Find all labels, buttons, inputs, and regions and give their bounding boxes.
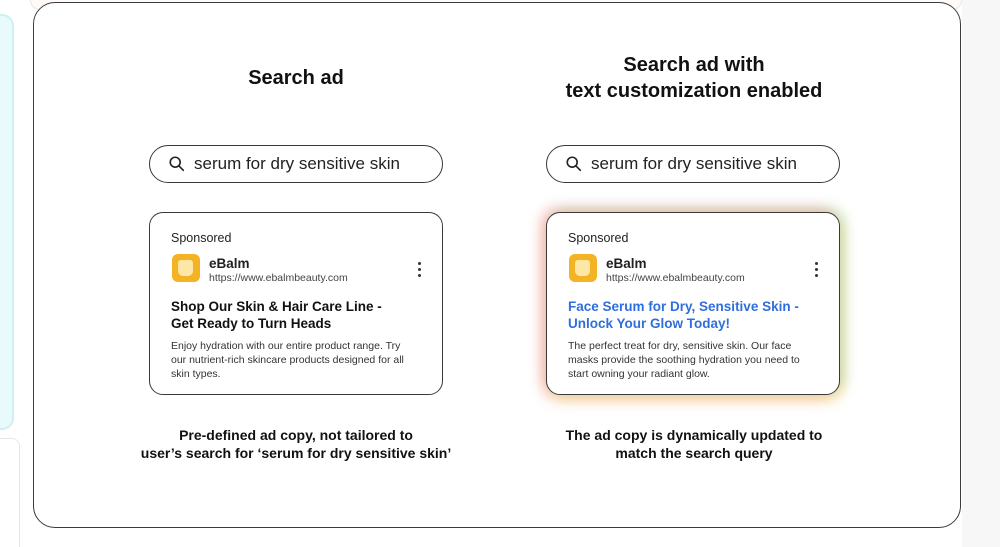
- left-column-title: Search ad: [248, 67, 344, 89]
- stage: Search ad serum for dry sensitive skin S…: [0, 0, 1000, 547]
- ad-description-line: masks provide the soothing hydration you…: [568, 354, 800, 366]
- more-vert-icon: [815, 262, 819, 278]
- search-icon: [169, 156, 185, 172]
- ad-description-line: our nutrient-rich skincare products desi…: [171, 354, 404, 366]
- background-right-strip: [962, 0, 1000, 547]
- advertiser-name: eBalm: [209, 256, 250, 271]
- ad-headline: Shop Our Skin & Hair Care Line - Get Rea…: [171, 298, 427, 332]
- search-ad-card-customized: Sponsored eBalm https://www.ebalmbeauty.…: [546, 212, 840, 395]
- ad-headline-line: Unlock Your Glow Today!: [568, 316, 731, 331]
- advertiser-url: https://www.ebalmbeauty.com: [209, 272, 348, 284]
- right-title-line: text customization enabled: [565, 80, 823, 102]
- caption-line: Pre-defined ad copy, not tailored to: [179, 427, 413, 443]
- advertiser-name: eBalm: [606, 256, 647, 271]
- right-column-title: Search ad with text customization enable…: [546, 52, 842, 104]
- ad-description-line: start owning your radiant glow.: [568, 368, 710, 380]
- ad-description-line: skin types.: [171, 368, 221, 380]
- ebalm-logo: [172, 254, 200, 282]
- ad-description: The perfect treat for dry, sensitive ski…: [568, 339, 828, 381]
- search-box-left: serum for dry sensitive skin: [149, 145, 443, 183]
- ad-headline-customized: Face Serum for Dry, Sensitive Skin - Unl…: [568, 298, 824, 332]
- search-query-text: serum for dry sensitive skin: [194, 154, 400, 173]
- background-left-panel: [0, 14, 14, 430]
- caption-line: match the search query: [615, 445, 773, 461]
- left-caption: Pre-defined ad copy, not tailored to use…: [118, 426, 474, 462]
- ad-headline-line: Get Ready to Turn Heads: [171, 316, 332, 331]
- background-left-lower-panel: [0, 438, 20, 547]
- search-box-right: serum for dry sensitive skin: [546, 145, 840, 183]
- advertiser-url: https://www.ebalmbeauty.com: [606, 272, 745, 284]
- ad-description-line: Enjoy hydration with our entire product …: [171, 340, 401, 352]
- sponsored-label: Sponsored: [568, 231, 629, 245]
- right-caption: The ad copy is dynamically updated to ma…: [518, 426, 870, 462]
- search-ad-card-standard: Sponsored eBalm https://www.ebalmbeauty.…: [149, 212, 443, 395]
- ad-headline-line: Shop Our Skin & Hair Care Line -: [171, 299, 382, 314]
- more-vert-icon: [418, 262, 422, 278]
- ad-description: Enjoy hydration with our entire product …: [171, 339, 431, 381]
- caption-line: user’s search for ‘serum for dry sensiti…: [140, 445, 452, 461]
- caption-line: The ad copy is dynamically updated to: [565, 427, 823, 443]
- right-title-line: Search ad with: [623, 54, 765, 76]
- ebalm-logo: [569, 254, 597, 282]
- ad-headline-line: Face Serum for Dry, Sensitive Skin -: [568, 299, 799, 314]
- ad-description-line: The perfect treat for dry, sensitive ski…: [568, 340, 792, 352]
- search-query-text: serum for dry sensitive skin: [591, 154, 797, 173]
- sponsored-label: Sponsored: [171, 231, 232, 245]
- search-icon: [566, 156, 582, 172]
